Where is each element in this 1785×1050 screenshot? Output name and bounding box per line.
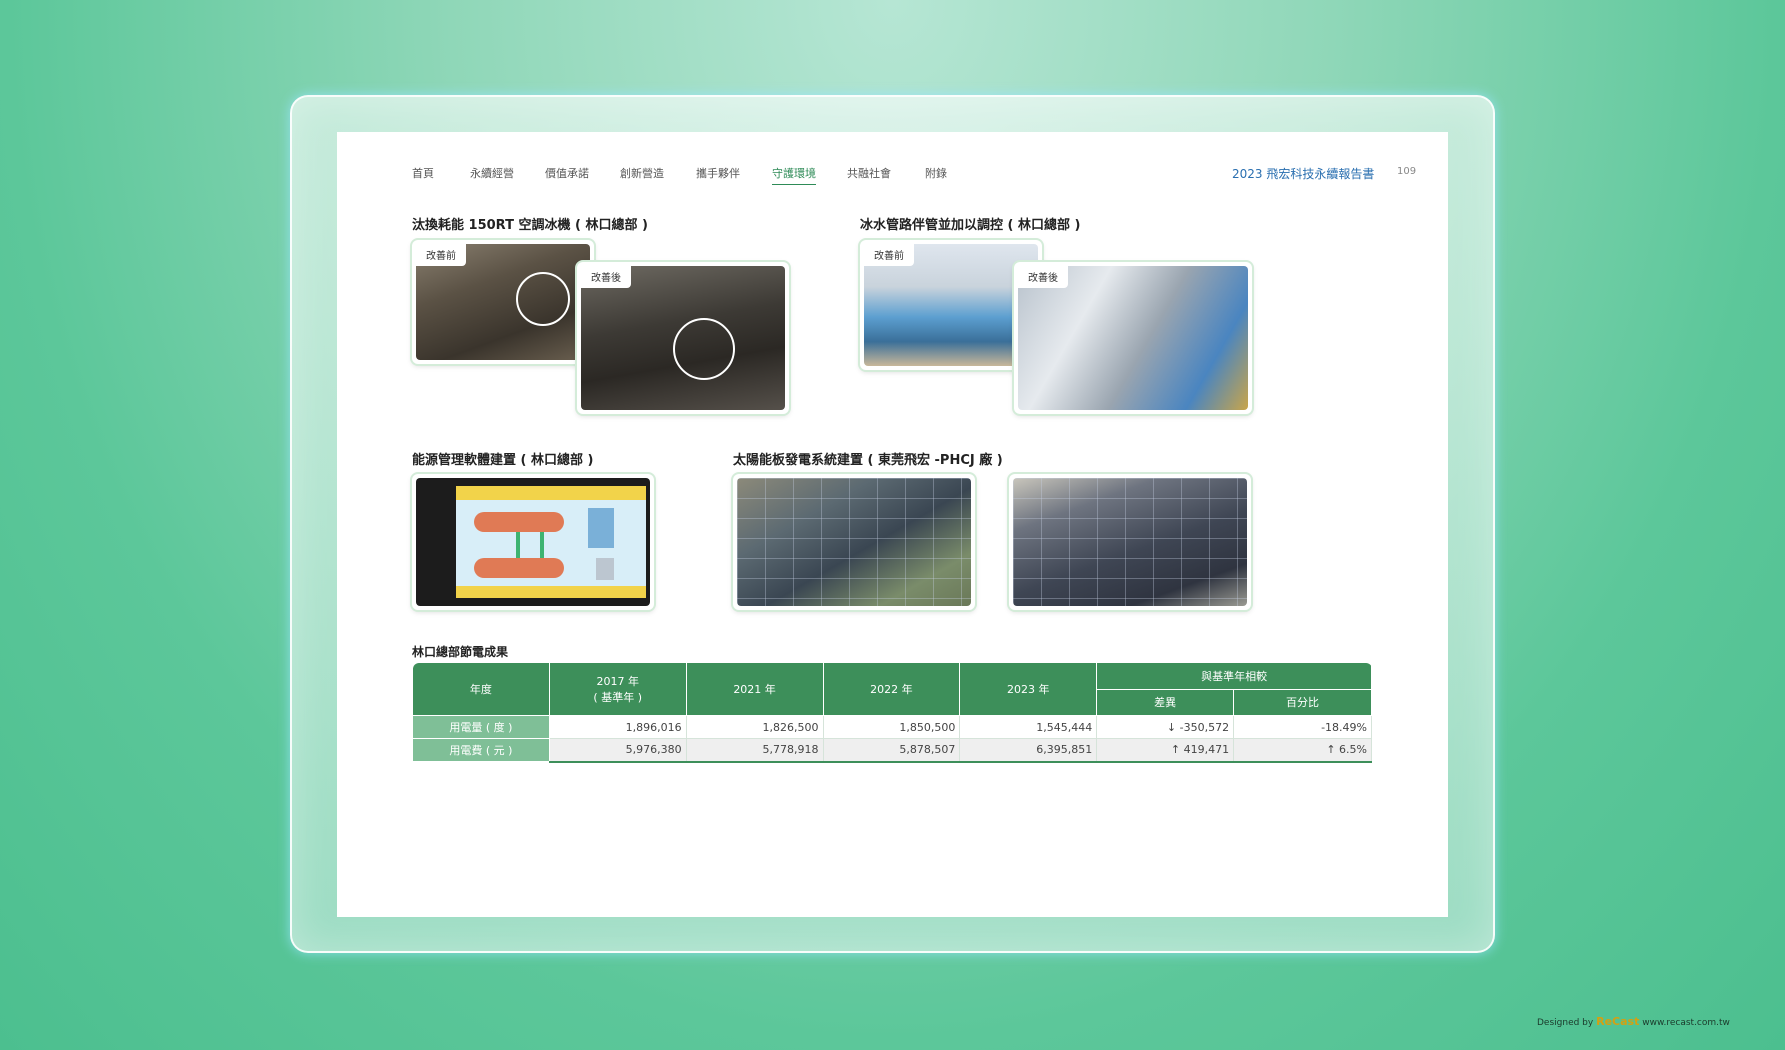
nav-item-home[interactable]: 首頁 (412, 165, 434, 184)
table-cell: 6,395,851 (959, 738, 1098, 763)
table-row: 用電量 ( 度 ) 1,896,016 1,826,500 1,850,500 … (412, 715, 1372, 739)
pipe-after-photo: 改善後 (1014, 262, 1252, 414)
nav-item-partners[interactable]: 攜手夥伴 (696, 165, 740, 184)
nav-item-environment[interactable]: 守護環境 (772, 165, 816, 185)
hmi-screen (456, 486, 646, 598)
header-2021: 2021 年 (685, 662, 824, 716)
ems-section-title: 能源管理軟體建置 ( 林口總部 ) (412, 453, 594, 468)
table-cell: 5,778,918 (685, 738, 824, 763)
table-cell: 5,878,507 (822, 738, 961, 763)
solar-aerial-photo (733, 474, 975, 610)
header-2017: 2017 年 ( 基準年 ) (548, 662, 687, 716)
table-cell: -18.49% (1233, 715, 1372, 739)
row-label: 用電量 ( 度 ) (412, 715, 550, 739)
chiller-after-photo: 改善後 (577, 262, 789, 414)
table-cell: ↑ 6.5% (1233, 738, 1372, 763)
header-2023: 2023 年 (959, 662, 1098, 716)
energy-table-title: 林口總部節電成果 (412, 645, 509, 659)
table-cell: ↑ 419,471 (1096, 738, 1235, 763)
table-row: 用電費 ( 元 ) 5,976,380 5,778,918 5,878,507 … (412, 738, 1372, 763)
header-pct: 百分比 (1233, 688, 1372, 716)
table-cell: 1,826,500 (685, 715, 824, 739)
header-2022: 2022 年 (822, 662, 961, 716)
header-2017-sub: ( 基準年 ) (593, 691, 642, 704)
ems-screen-photo (412, 474, 654, 610)
report-title[interactable]: 2023 飛宏科技永續報告書 (1232, 165, 1374, 182)
credit-text: Designed by (1537, 1018, 1594, 1028)
chiller-section-title: 汰換耗能 150RT 空調冰機 ( 林口總部 ) (412, 218, 648, 233)
nav-item-innovation[interactable]: 創新營造 (620, 165, 664, 184)
nav-item-society[interactable]: 共融社會 (847, 165, 891, 184)
credit-url[interactable]: www.recast.com.tw (1642, 1018, 1730, 1028)
solar-panels-photo (1009, 474, 1251, 610)
table-cell: 1,850,500 (822, 715, 961, 739)
after-tag: 改善後 (1018, 266, 1068, 288)
after-tag: 改善後 (581, 266, 631, 288)
highlight-circle (516, 272, 570, 326)
nav-item-appendix[interactable]: 附錄 (925, 165, 947, 184)
header-2017-label: 2017 年 (596, 675, 639, 688)
brand-logo: ReCast (1596, 1015, 1640, 1028)
nav-item-value[interactable]: 價值承諾 (545, 165, 589, 184)
table-cell: 1,545,444 (959, 715, 1098, 739)
solar-section-title: 太陽能板發電系統建置 ( 東莞飛宏 -PHCJ 廠 ) (733, 453, 1003, 468)
before-tag: 改善前 (416, 244, 466, 266)
header-compare: 與基準年相較 (1096, 662, 1372, 690)
header-year: 年度 (412, 662, 550, 716)
row-label: 用電費 ( 元 ) (412, 738, 550, 762)
header-diff: 差異 (1096, 688, 1235, 716)
report-page: 首頁 永續經營 價值承諾 創新營造 攜手夥伴 守護環境 共融社會 附錄 2023… (337, 132, 1448, 917)
page-number: 109 (1397, 166, 1417, 177)
table-cell: ↓ -350,572 (1096, 715, 1235, 739)
before-tag: 改善前 (864, 244, 914, 266)
table-cell: 1,896,016 (548, 715, 687, 739)
nav-item-sustainability[interactable]: 永續經營 (470, 165, 514, 184)
highlight-circle (673, 318, 735, 380)
energy-savings-table: 年度 2017 年 ( 基準年 ) 2021 年 2022 年 2023 年 與… (412, 662, 1372, 763)
designer-credit: Designed by ReCast www.recast.com.tw (1537, 1015, 1730, 1028)
table-cell: 5,976,380 (548, 738, 687, 763)
chiller-before-photo: 改善前 (412, 240, 594, 364)
pipe-section-title: 冰水管路伴管並加以調控 ( 林口總部 ) (860, 218, 1081, 233)
